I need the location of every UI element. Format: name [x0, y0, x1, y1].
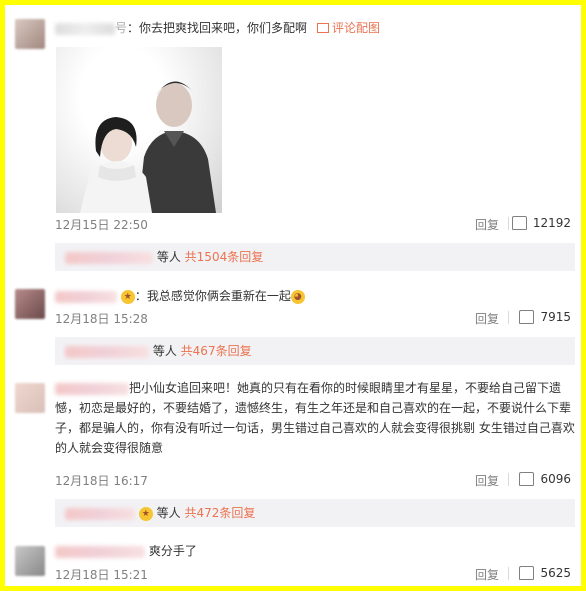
username-blurred[interactable]	[55, 22, 115, 35]
username-blurred[interactable]	[55, 382, 129, 395]
comment-list-frame: 号：你去把爽找回来吧，你们多配啊 评论配图 12月15日 22:50 回复 121…	[5, 5, 581, 586]
comment-text: ：你去把爽找回来吧，你们多配啊	[127, 21, 308, 35]
sub-reply-count[interactable]: 共472条回复	[185, 506, 256, 520]
reply-button[interactable]: 回复	[475, 216, 499, 233]
sub-replies-summary: 等人 共467条回复	[65, 343, 252, 359]
sub-replies-box[interactable]: 等人 共1504条回复	[55, 243, 575, 271]
reply-button[interactable]: 回复	[475, 566, 499, 583]
thumbs-up-icon	[519, 565, 535, 580]
avatar[interactable]	[15, 19, 45, 49]
comment-time: 12月18日 15:21	[55, 568, 148, 582]
comment-text-line: 爽分手了	[55, 542, 197, 560]
comment-text-line: ★ ：我总感觉你俩会重新在一起 ◕	[55, 287, 305, 305]
image-icon	[317, 22, 330, 33]
avatar[interactable]	[15, 383, 45, 413]
like-button[interactable]: 12192	[511, 215, 571, 231]
like-count: 12192	[532, 216, 571, 230]
divider	[508, 473, 509, 486]
thumbs-up-icon	[519, 309, 535, 324]
comment-photo[interactable]	[56, 47, 222, 213]
comment-time: 12月18日 16:17	[55, 474, 148, 488]
laugh-emoji-icon: ◕	[290, 289, 305, 304]
username-blurred[interactable]	[55, 545, 145, 558]
comment-time: 12月18日 15:28	[55, 312, 148, 326]
sub-replies-box[interactable]: 等人 共467条回复	[55, 337, 575, 365]
comment-meta: 12月18日 15:28 回复 7915	[55, 309, 571, 328]
like-count: 6096	[540, 472, 571, 486]
comment-pic-link[interactable]: 评论配图	[317, 21, 380, 35]
comment-text: ：我总感觉你俩会重新在一起	[134, 289, 291, 303]
thumbs-up-icon	[511, 215, 527, 230]
reply-button[interactable]: 回复	[475, 472, 499, 489]
like-count: 7915	[540, 310, 571, 324]
sub-reply-count[interactable]: 共1504条回复	[185, 250, 264, 264]
avatar[interactable]	[15, 289, 45, 319]
comment-text-continued: 憾，初恋是最好的，不要结婚了，遗憾终生，有生之年还是和自己喜欢的在一起，不要说什…	[55, 401, 575, 455]
thumbs-up-icon	[519, 471, 535, 486]
comment-meta: 12月15日 22:50 回复 12192	[55, 215, 571, 234]
comment-text: 把小仙女追回来吧！她真的只有在看你的时候眼睛里才有星星，不要给自己留下遗	[129, 381, 562, 395]
replier-names-blurred[interactable]	[65, 251, 153, 264]
sub-replies-summary: 等人 共1504条回复	[65, 249, 263, 265]
like-button[interactable]: 6096	[519, 471, 571, 487]
comment-text-line: 号：你去把爽找回来吧，你们多配啊 评论配图	[55, 19, 380, 37]
vip-badge-icon: ★	[138, 506, 153, 521]
like-button[interactable]: 7915	[519, 309, 571, 325]
username-blurred[interactable]	[55, 290, 117, 303]
replier-names-blurred[interactable]	[65, 345, 149, 358]
divider	[508, 311, 509, 324]
comment-time: 12月15日 22:50	[55, 218, 148, 232]
comment-meta: 12月18日 16:17 回复 6096	[55, 471, 571, 490]
like-button[interactable]: 5625	[519, 565, 571, 581]
sub-replies-summary: ★ 等人 共472条回复	[65, 505, 255, 521]
reply-button[interactable]: 回复	[475, 310, 499, 327]
replier-names-blurred[interactable]	[65, 507, 135, 520]
comment-text-line: 把小仙女追回来吧！她真的只有在看你的时候眼睛里才有星星，不要给自己留下遗	[55, 379, 561, 397]
comment-meta: 12月18日 15:21 回复 5625	[55, 565, 571, 584]
like-count: 5625	[540, 566, 571, 580]
sub-replies-box[interactable]: ★ 等人 共472条回复	[55, 499, 575, 527]
comment-text: 爽分手了	[148, 544, 197, 558]
divider	[508, 567, 509, 580]
vip-badge-icon: ★	[120, 289, 135, 304]
couple-photo-illustration	[80, 81, 216, 213]
divider	[508, 217, 509, 230]
avatar[interactable]	[15, 546, 45, 576]
sub-reply-count[interactable]: 共467条回复	[181, 344, 252, 358]
